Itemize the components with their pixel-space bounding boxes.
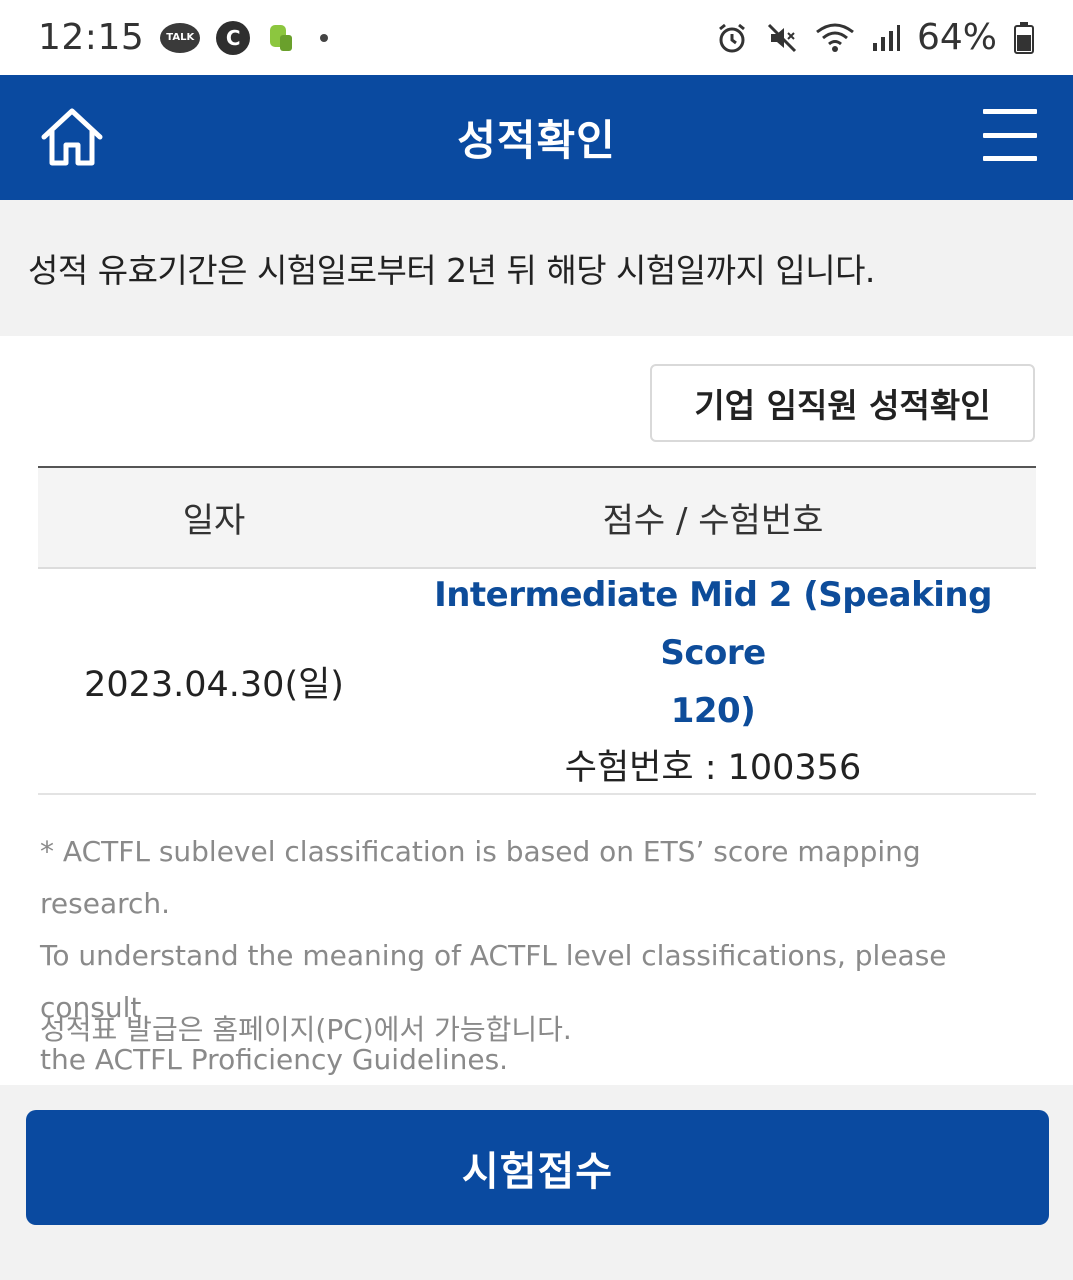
battery-percent: 64% [916,17,997,58]
content-panel: 기업 임직원 성적확인 일자 점수 / 수험번호 2023.04.30(일) I… [0,336,1073,1085]
header-score: 점수 / 수험번호 [602,501,824,541]
exam-apply-button[interactable]: 시험접수 [26,1110,1049,1225]
app-header: 성적확인 [0,75,1073,200]
bip-app-icon [266,21,296,55]
footnote-line-1: * ACTFL sublevel classification is based… [40,835,921,920]
score-line-1: Intermediate Mid 2 (Speaking Score [434,575,992,673]
status-right: 64% [715,17,1035,58]
alarm-icon [715,21,749,55]
mute-icon [765,21,799,55]
status-bar: 12:15 TALK C 64% [0,0,1073,75]
wifi-icon [815,22,855,54]
kakaotalk-icon: TALK [160,22,201,53]
c-label: C [216,20,251,55]
clock: 12:15 [38,17,145,58]
validity-notice: 성적 유효기간은 시험일로부터 2년 뒤 해당 시험일까지 입니다. [0,200,1073,336]
home-button[interactable] [36,101,108,173]
c-app-icon: C [216,20,251,55]
corporate-score-button[interactable]: 기업 임직원 성적확인 [650,364,1035,442]
table-row: 2023.04.30(일) Intermediate Mid 2 (Speaki… [38,569,1036,795]
score-table: 일자 점수 / 수험번호 2023.04.30(일) Intermediate … [38,466,1036,795]
home-icon [41,108,103,166]
battery-icon [1013,21,1035,55]
bottom-area: 시험접수 [0,1085,1073,1280]
page-title: 성적확인 [457,116,616,165]
score-cell: Intermediate Mid 2 (Speaking Score 120) … [390,566,1036,796]
exam-number: 수험번호 : 100356 [564,748,862,788]
header-date: 일자 [182,501,246,541]
exam-date: 2023.04.30(일) [84,664,344,705]
hamburger-menu-icon [983,109,1037,114]
notification-dot-icon [320,33,329,42]
table-header: 일자 점수 / 수험번호 [38,466,1036,569]
notice-text: 성적 유효기간은 시험일로부터 2년 뒤 해당 시험일까지 입니다. [28,251,875,290]
score-link[interactable]: Intermediate Mid 2 (Speaking Score 120) [398,566,1028,740]
talk-label: TALK [160,22,201,53]
score-line-2: 120) [670,691,756,731]
menu-button[interactable] [983,109,1037,161]
status-left: 12:15 TALK C [38,17,329,58]
signal-icon [871,23,901,53]
pc-issue-note: 성적표 발급은 홈페이지(PC)에서 가능합니다. [40,1013,572,1046]
